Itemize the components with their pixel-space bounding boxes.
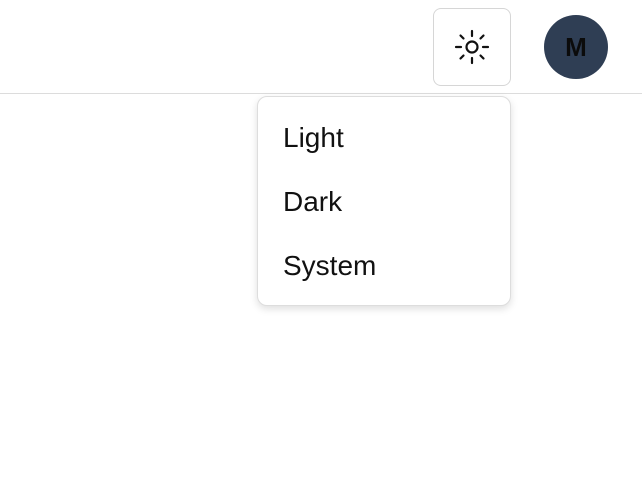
user-avatar[interactable]: M xyxy=(544,15,608,79)
app-page: M Light Dark System xyxy=(0,0,642,486)
top-header: M xyxy=(0,0,642,94)
theme-toggle-button[interactable] xyxy=(433,8,511,86)
theme-option-system[interactable]: System xyxy=(258,234,510,298)
theme-option-light[interactable]: Light xyxy=(258,106,510,170)
theme-option-dark[interactable]: Dark xyxy=(258,170,510,234)
sun-icon xyxy=(453,28,491,66)
theme-dropdown-menu: Light Dark System xyxy=(257,96,511,306)
